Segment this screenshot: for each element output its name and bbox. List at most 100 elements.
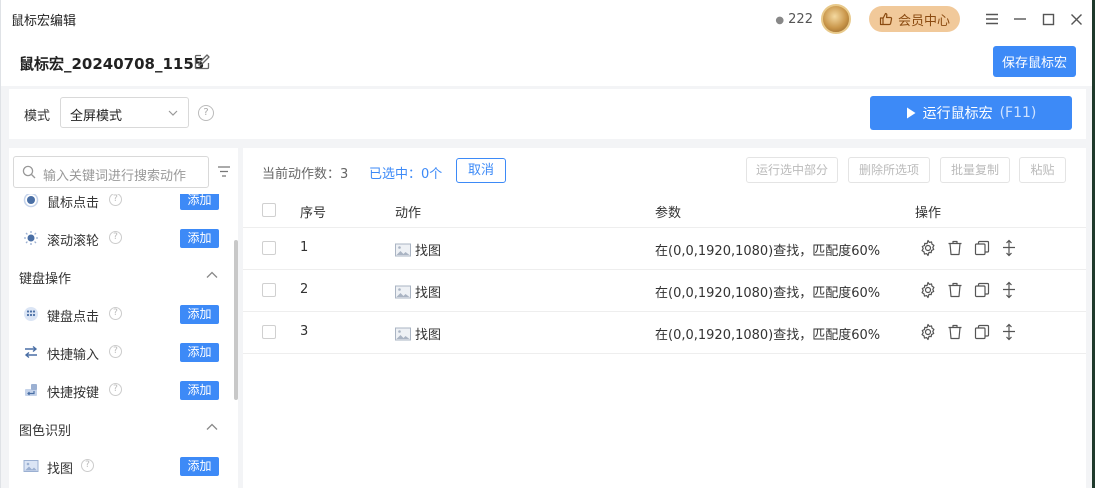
action-item-label: 滚动滚轮 [47,234,100,249]
drag-handle-icon[interactable] [1000,323,1018,341]
action-table-panel: 当前动作数：3 已选中：0个 取消 运行选中部分 删除所选项 批量复制 粘贴 序… [243,148,1086,488]
add-button[interactable]: 添加 [180,343,219,362]
help-icon[interactable]: ? [109,194,122,206]
help-icon[interactable]: ? [109,383,122,396]
row-action: 找图 [395,282,441,301]
avatar[interactable] [820,4,851,34]
action-list: 鼠标点击 ? 添加 滚动滚轮 ? 添加 键盘操作 键盘点击 ? 添加 快捷输入 … [9,194,238,488]
quick-input-icon [24,345,38,359]
copy-icon[interactable] [973,323,991,341]
action-item-label: 找图 [47,462,74,477]
add-button[interactable]: 添加 [180,229,219,248]
chevron-up-icon [206,271,218,278]
column-ops: 操作 [915,206,942,221]
action-item-scroll-wheel: 滚动滚轮 ? 添加 [9,219,238,257]
row-params: 在(0,0,1920,1080)查找，匹配度60% [655,328,881,343]
help-icon[interactable]: ? [198,105,214,121]
add-button[interactable]: 添加 [180,381,219,400]
play-icon [906,107,916,119]
image-icon [23,460,39,472]
mode-label: 模式 [24,109,51,124]
table-row[interactable]: 1 找图 在(0,0,1920,1080)查找，匹配度60% [243,228,1086,270]
table-header: 序号 动作 参数 操作 [243,192,1086,228]
coin-count: 222 [788,11,813,27]
title-bar: 鼠标宏编辑 ● 222 会员中心 [1,0,1092,38]
sidebar-scrollbar[interactable] [234,240,238,400]
drag-handle-icon[interactable] [1000,239,1018,257]
action-item-keyboard-click: 键盘点击 ? 添加 [9,295,238,333]
group-keyboard[interactable]: 键盘操作 [9,257,238,295]
chevron-up-icon [206,423,218,430]
settings-icon[interactable] [919,281,937,299]
select-all-checkbox[interactable] [262,203,276,217]
settings-icon[interactable] [919,323,937,341]
table-row[interactable]: 3 找图 在(0,0,1920,1080)查找，匹配度60% [243,312,1086,354]
vip-center-button[interactable]: 会员中心 [868,6,960,32]
close-icon[interactable] [1062,0,1090,38]
action-item-hotkey: 快捷按键 ? 添加 [9,371,238,409]
row-params: 在(0,0,1920,1080)查找，匹配度60% [655,244,881,259]
chevron-down-icon [168,110,178,116]
help-icon[interactable]: ? [81,459,94,472]
copy-icon[interactable] [973,281,991,299]
row-action-label: 找图 [415,328,442,343]
macro-editor-window: 鼠标宏编辑 ● 222 会员中心 鼠标宏_20240708_1155 保存鼠标宏… [0,0,1092,488]
settings-icon[interactable] [919,239,937,257]
drag-handle-icon[interactable] [1000,281,1018,299]
edit-icon[interactable] [193,53,211,71]
row-ops [919,239,1018,257]
row-checkbox[interactable] [262,241,276,255]
keyboard-icon [24,307,38,321]
action-item-label: 键盘点击 [47,310,100,325]
copy-icon[interactable] [973,239,991,257]
row-action-label: 找图 [415,244,442,259]
row-checkbox[interactable] [262,283,276,297]
help-icon[interactable]: ? [109,345,122,358]
collapse-all-icon[interactable] [217,165,231,179]
delete-icon[interactable] [946,239,964,257]
selected-count: 已选中：0个 [369,167,443,182]
group-image-color[interactable]: 图色识别 [9,409,238,447]
minimize-icon[interactable] [1006,0,1034,38]
help-icon[interactable]: ? [109,231,122,244]
run-macro-label: 运行鼠标宏 [922,106,993,122]
group-label: 键盘操作 [19,272,72,287]
help-icon[interactable]: ? [109,307,122,320]
add-button[interactable]: 添加 [180,305,219,324]
coin-balance: ● 222 [775,12,813,27]
run-selected-button[interactable]: 运行选中部分 [746,157,838,183]
paste-button[interactable]: 粘贴 [1019,157,1066,183]
column-action: 动作 [395,206,422,221]
run-macro-button[interactable]: 运行鼠标宏 (F11) [870,96,1072,130]
macro-name: 鼠标宏_20240708_1155 [19,55,205,73]
row-checkbox[interactable] [262,325,276,339]
row-index: 2 [300,282,309,297]
macro-name-bar: 鼠标宏_20240708_1155 保存鼠标宏 [1,38,1092,86]
delete-selected-button[interactable]: 删除所选项 [848,157,930,183]
delete-icon[interactable] [946,281,964,299]
action-count: 当前动作数：3 [262,167,349,182]
add-button[interactable]: 添加 [180,457,219,476]
coin-dot-icon: ● [775,14,785,26]
save-macro-button[interactable]: 保存鼠标宏 [993,46,1076,77]
row-params: 在(0,0,1920,1080)查找，匹配度60% [655,286,881,301]
batch-copy-button[interactable]: 批量复制 [940,157,1010,183]
table-row[interactable]: 2 找图 在(0,0,1920,1080)查找，匹配度60% [243,270,1086,312]
group-label: 图色识别 [19,424,72,439]
row-action-label: 找图 [415,286,442,301]
action-search-input[interactable]: 输入关键词进行搜索动作 [13,156,209,188]
run-shortcut: (F11) [999,105,1037,121]
mode-select[interactable]: 全屏模式 [60,97,189,128]
vip-center-label: 会员中心 [897,13,950,29]
maximize-icon[interactable] [1034,0,1062,38]
image-icon [395,327,411,340]
row-index: 3 [300,324,309,339]
cancel-button[interactable]: 取消 [456,158,506,183]
action-item-label: 鼠标点击 [47,196,100,211]
mode-bar: 模式 全屏模式 ? 运行鼠标宏 (F11) [9,89,1086,139]
menu-icon[interactable] [978,0,1006,38]
action-item-label: 快捷按键 [47,386,100,401]
delete-icon[interactable] [946,323,964,341]
action-sidebar: 输入关键词进行搜索动作 鼠标点击 ? 添加 滚动滚轮 ? 添加 键盘操作 键盘点… [9,148,238,488]
add-button[interactable]: 添加 [180,194,219,210]
